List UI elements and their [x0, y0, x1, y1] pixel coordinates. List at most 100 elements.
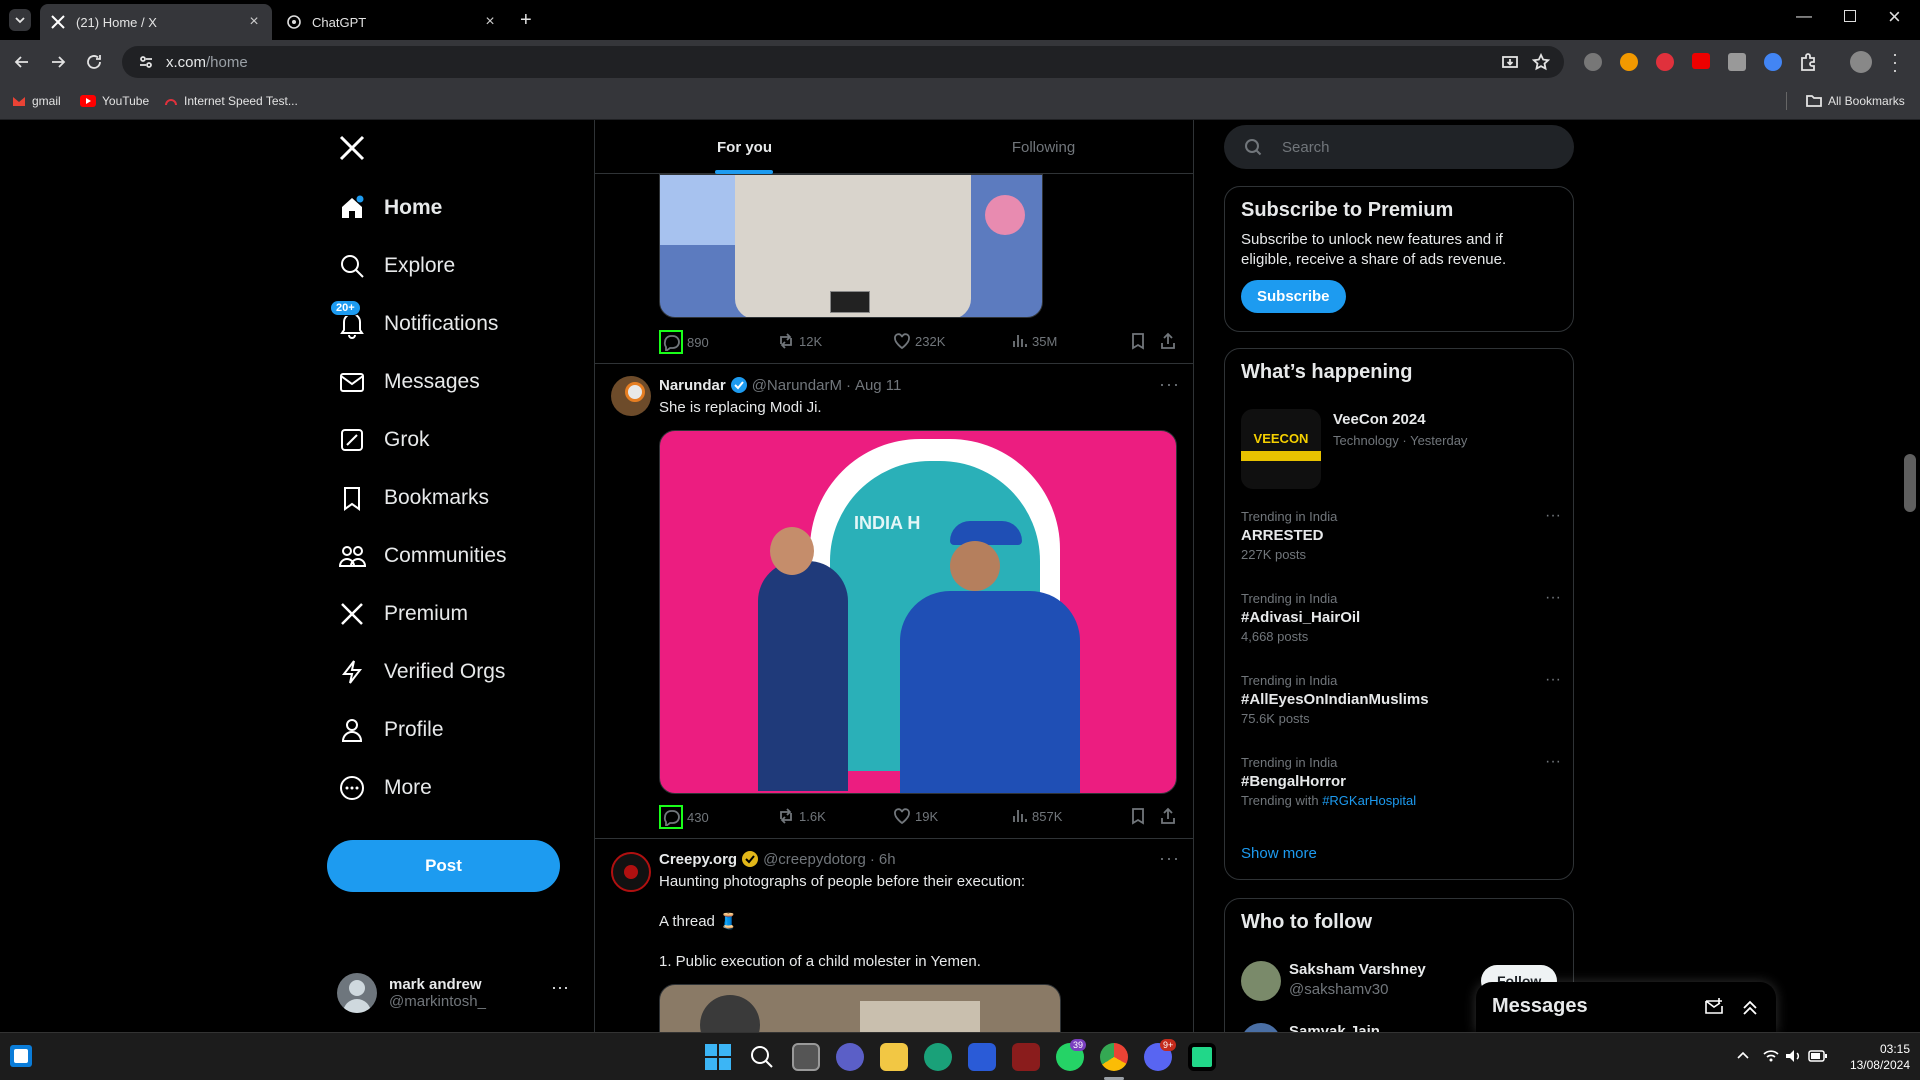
author-handle[interactable]: @creepydotorg: [763, 851, 866, 868]
tab-search-button[interactable]: [9, 9, 31, 31]
trend-item[interactable]: Trending in India #AllEyesOnIndianMuslim…: [1241, 671, 1561, 726]
avatar[interactable]: [1241, 1023, 1281, 1032]
subscribe-button[interactable]: Subscribe: [1241, 280, 1346, 313]
chrome-icon[interactable]: [1100, 1043, 1128, 1071]
account-switcher[interactable]: mark andrew @markintosh_ ···: [337, 965, 569, 1021]
bookmark-gmail[interactable]: gmail: [12, 94, 61, 108]
extension-5-icon[interactable]: [1764, 53, 1782, 71]
extension-1-icon[interactable]: [1584, 53, 1602, 71]
tab-for-you[interactable]: For you: [595, 120, 894, 174]
bookmark-speed-test[interactable]: Internet Speed Test...: [164, 94, 298, 108]
extension-youtube-icon[interactable]: [1692, 53, 1710, 69]
close-window-button[interactable]: ×: [1888, 4, 1901, 30]
tweet-media-image[interactable]: [659, 984, 1061, 1032]
extensions-puzzle-icon[interactable]: [1798, 52, 1818, 72]
like-button[interactable]: 232K: [893, 332, 945, 350]
tweet-time[interactable]: 6h: [879, 851, 896, 868]
trend-more-icon[interactable]: ···: [1545, 753, 1561, 771]
task-view-icon[interactable]: [792, 1043, 820, 1071]
author-name[interactable]: Narundar: [659, 377, 726, 394]
sidebar-item-explore[interactable]: Explore: [338, 242, 455, 290]
author-handle[interactable]: @NarundarM: [752, 377, 842, 394]
extension-3-icon[interactable]: [1656, 53, 1674, 71]
sidebar-item-verified-orgs[interactable]: Verified Orgs: [338, 648, 505, 696]
minimize-button[interactable]: —: [1796, 8, 1812, 26]
tab-home-x[interactable]: (21) Home / X ×: [40, 4, 272, 40]
tweet-time[interactable]: Aug 11: [855, 377, 901, 394]
expand-up-icon[interactable]: [1740, 997, 1760, 1017]
profile-avatar[interactable]: [1850, 51, 1872, 73]
bookmark-icon[interactable]: [1129, 332, 1147, 350]
trend-more-icon[interactable]: ···: [1545, 589, 1561, 607]
close-tab-icon[interactable]: ×: [246, 14, 262, 30]
avatar[interactable]: [611, 376, 651, 416]
follow-user-name[interactable]: Samyak Jain: [1289, 1023, 1380, 1032]
browser-menu-icon[interactable]: · · ·: [1892, 45, 1898, 79]
tweet-media-image[interactable]: [659, 174, 1043, 318]
store-icon[interactable]: [968, 1043, 996, 1071]
search-icon[interactable]: [748, 1043, 776, 1071]
trend-item[interactable]: Trending in India #Adivasi_HairOil 4,668…: [1241, 589, 1561, 644]
pycharm-icon[interactable]: [1188, 1043, 1216, 1071]
share-icon[interactable]: [1159, 332, 1177, 350]
restore-button[interactable]: [1844, 10, 1856, 22]
trend-item[interactable]: Trending in India #BengalHorror Trending…: [1241, 753, 1561, 808]
address-bar[interactable]: x.com/home: [122, 46, 1564, 78]
file-explorer-icon[interactable]: [880, 1043, 908, 1071]
tweet-media-image[interactable]: INDIA H: [659, 430, 1177, 794]
wifi-icon[interactable]: [1762, 1047, 1780, 1065]
post-button[interactable]: Post: [327, 840, 560, 892]
widgets-icon[interactable]: [10, 1045, 32, 1067]
repost-button[interactable]: 12K: [777, 332, 822, 350]
author-name[interactable]: Creepy.org: [659, 851, 737, 868]
bookmark-icon[interactable]: [1129, 807, 1147, 825]
new-tab-button[interactable]: +: [520, 9, 532, 32]
trend-more-icon[interactable]: ···: [1545, 671, 1561, 689]
trend-link[interactable]: #RGKarHospital: [1322, 793, 1416, 808]
back-icon[interactable]: [12, 52, 32, 72]
account-more-icon[interactable]: ···: [551, 977, 569, 998]
edge-icon[interactable]: [924, 1043, 952, 1071]
sidebar-item-communities[interactable]: Communities: [338, 532, 507, 580]
tweet-more-icon[interactable]: ···: [1159, 374, 1180, 395]
bookmark-youtube[interactable]: YouTube: [80, 94, 149, 108]
event-image[interactable]: VEECON: [1241, 409, 1321, 489]
start-icon[interactable]: [704, 1043, 732, 1071]
page-scrollbar-thumb[interactable]: [1904, 454, 1916, 512]
teams-chat-icon[interactable]: [836, 1043, 864, 1071]
messages-drawer[interactable]: Messages: [1476, 982, 1776, 1032]
repost-button[interactable]: 1.6K: [777, 807, 826, 825]
extension-4-icon[interactable]: [1728, 53, 1746, 71]
sidebar-item-profile[interactable]: Profile: [338, 706, 444, 754]
sidebar-item-more[interactable]: More: [338, 764, 432, 812]
like-button[interactable]: 19K: [893, 807, 938, 825]
reply-button[interactable]: 890: [659, 330, 709, 354]
sidebar-item-home[interactable]: Home: [338, 184, 442, 232]
trend-item[interactable]: Trending in India ARRESTED 227K posts ··…: [1241, 507, 1561, 562]
game-app-icon[interactable]: [1012, 1043, 1040, 1071]
views-button[interactable]: 857K: [1010, 807, 1062, 825]
tab-chatgpt[interactable]: ChatGPT ×: [276, 4, 508, 40]
share-icon[interactable]: [1159, 807, 1177, 825]
search-input[interactable]: Search: [1224, 125, 1574, 169]
trend-more-icon[interactable]: ···: [1545, 507, 1561, 525]
avatar[interactable]: [1241, 961, 1281, 1001]
sidebar-item-premium[interactable]: Premium: [338, 590, 468, 638]
forward-icon[interactable]: [48, 52, 68, 72]
event-name[interactable]: VeeCon 2024: [1333, 411, 1426, 428]
clock[interactable]: 03:15 13/08/2024: [1836, 1041, 1910, 1073]
close-tab-icon[interactable]: ×: [482, 14, 498, 30]
x-logo-icon[interactable]: [338, 134, 366, 162]
battery-icon[interactable]: [1808, 1048, 1828, 1064]
sidebar-item-messages[interactable]: Messages: [338, 358, 480, 406]
volume-icon[interactable]: [1784, 1047, 1802, 1065]
show-more-link[interactable]: Show more: [1241, 845, 1317, 862]
extension-2-icon[interactable]: [1620, 53, 1638, 71]
follow-user-name[interactable]: Saksham Varshney: [1289, 961, 1426, 978]
new-message-icon[interactable]: [1704, 997, 1724, 1017]
all-bookmarks[interactable]: All Bookmarks: [1806, 94, 1905, 108]
install-app-icon[interactable]: [1502, 54, 1518, 70]
sidebar-item-bookmarks[interactable]: Bookmarks: [338, 474, 489, 522]
site-info-icon[interactable]: [138, 54, 154, 70]
tweet-more-icon[interactable]: ···: [1159, 848, 1180, 869]
